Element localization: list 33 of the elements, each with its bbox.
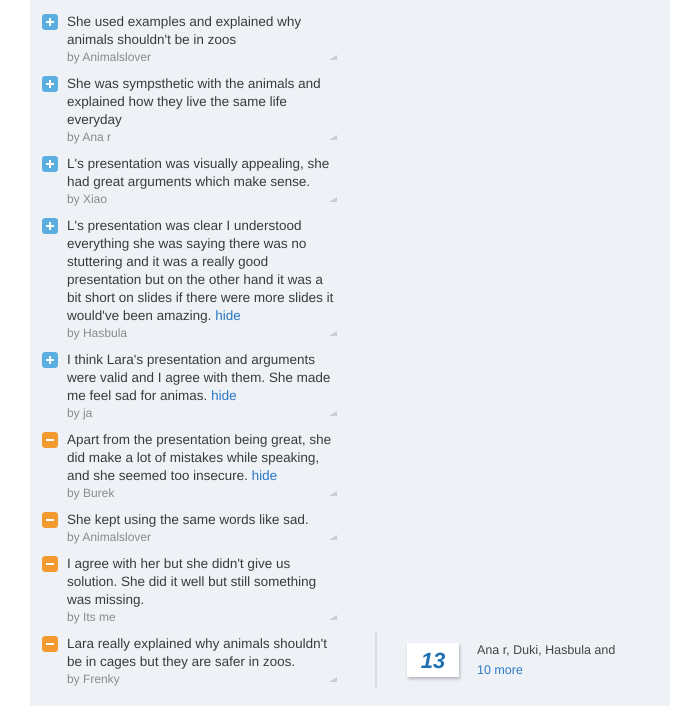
comment-author: by Hasbula <box>67 325 128 341</box>
liker-names: Ana r, Duki, Hasbula and <box>477 642 616 659</box>
comment-author: by ja <box>67 405 92 421</box>
comment-author: by Ana r <box>67 129 112 145</box>
comment-text: Lara really explained why animals shouldn't be in cages but they are safer in zoos. <box>67 635 328 671</box>
hide-link[interactable]: hide <box>211 388 237 403</box>
like-count: 13 <box>407 643 459 677</box>
comment-author: by Its me <box>67 609 116 625</box>
comment-author: by Animalslover <box>67 529 152 545</box>
plus-icon <box>42 218 58 234</box>
hide-link[interactable]: hide <box>252 468 278 483</box>
hide-link[interactable]: hide <box>215 308 241 323</box>
comment-text: She used examples and explained why animals shouldn't be in zoos <box>67 13 302 49</box>
minus-icon <box>42 512 58 528</box>
plus-icon <box>42 14 58 30</box>
comment-author: by Burek <box>67 485 114 501</box>
plus-icon <box>42 156 58 172</box>
plus-icon <box>42 352 58 368</box>
minus-icon <box>42 556 58 572</box>
comment-text: I agree with her but she didn't give us solution. She did it well but still something was missing. <box>67 555 318 609</box>
comment-text: She was sympsthetic with the animals and explained how they live the same life everyday <box>67 75 322 129</box>
comment-text: Apart from the presentation being great, she did make a lot of mistakes while speaking, and she seemed too insecure. hide <box>67 431 332 485</box>
minus-icon <box>42 432 58 448</box>
comment-text: L's presentation was clear I understood everything she was saying there was no stuttering and it was a really good presentation but on the other hand it was a bit short on slides if there were more slides it would've been amazing. hide <box>67 217 334 325</box>
comment-author: by Animalslover <box>67 49 152 65</box>
minus-icon <box>42 636 58 652</box>
comment-author: by Frenky <box>67 671 120 687</box>
comment-text: She kept using the same words like sad. <box>67 511 310 529</box>
more-link[interactable]: 10 more <box>477 660 616 680</box>
comment-text: I think Lara's presentation and arguments were valid and I agree with them. She made me feel sad for animas. hide <box>67 351 332 405</box>
comment-author: by Xiao <box>67 191 108 207</box>
plus-icon <box>42 76 58 92</box>
comment-text: L's presentation was visually appealing, she had great arguments which make sense. <box>67 155 330 191</box>
